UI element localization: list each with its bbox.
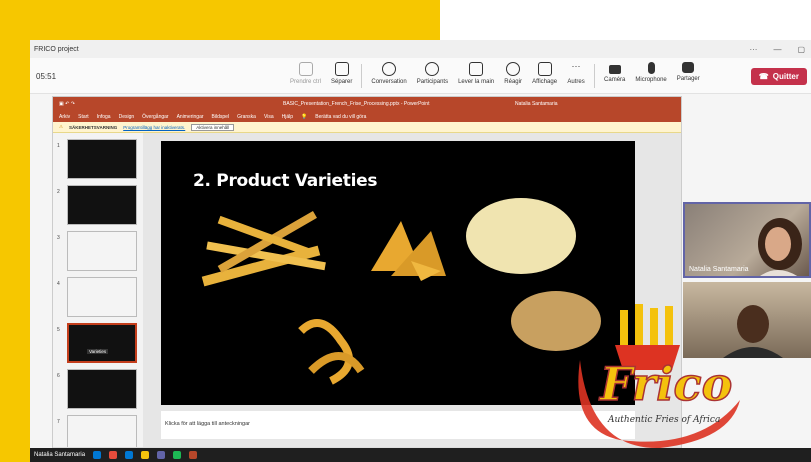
ppt-filename: BASIC_Presentation_French_Frise_Processi…: [283, 101, 430, 107]
slide-thumb[interactable]: [67, 277, 137, 317]
straight-fries-image: [201, 211, 326, 287]
camera-icon: [608, 65, 621, 74]
taskbar-name: Natalia Santamaria: [34, 452, 86, 458]
warning-text: Programtillägg har inaktiverats.: [123, 124, 186, 130]
more-button[interactable]: ··· Autres: [562, 62, 590, 90]
menu-item[interactable]: Animeringar: [177, 114, 204, 120]
camera-button[interactable]: Caméra: [599, 62, 630, 90]
conversation-button[interactable]: Conversation: [366, 62, 411, 90]
save-icon[interactable]: ▣ ↶ ↷: [59, 101, 75, 107]
maximize-icon[interactable]: ▢: [797, 45, 805, 54]
folder-icon[interactable]: [141, 451, 150, 459]
share-icon: [682, 62, 695, 73]
menu-item[interactable]: Arkiv: [59, 114, 70, 120]
teams-icon[interactable]: [157, 451, 166, 459]
react-icon: [506, 62, 521, 76]
menu-item[interactable]: Design: [119, 114, 135, 120]
meeting-timer: 05:51: [36, 72, 57, 81]
frico-logo-text: Frico: [598, 357, 732, 411]
slide-thumbnails: 1 2 3 4 5 Varieties 6 7: [53, 133, 143, 455]
lightbulb-icon: 💡: [301, 113, 308, 120]
more-icon: ···: [571, 61, 581, 71]
powerpoint-icon[interactable]: [189, 451, 198, 459]
participants-button[interactable]: Participants: [412, 62, 453, 90]
ppt-titlebar: ▣ ↶ ↷ BASIC_Presentation_French_Frise_Pr…: [53, 97, 681, 111]
windows-icon[interactable]: [93, 451, 102, 459]
minimize-icon[interactable]: —: [773, 45, 781, 54]
separate-icon: [334, 62, 349, 76]
menu-item[interactable]: Start: [78, 114, 89, 120]
menu-item[interactable]: Infoga: [97, 114, 111, 120]
separate-button[interactable]: Séparer: [326, 62, 357, 90]
frico-logo: Frico Authentic Fries of Africa: [578, 304, 740, 449]
wedge-fries-image: [371, 221, 446, 281]
slide-thumb[interactable]: [67, 231, 137, 271]
participant-name: Natalia Santamaria: [689, 266, 749, 273]
chrome-icon[interactable]: [109, 451, 118, 459]
menu-item[interactable]: Granska: [237, 114, 256, 120]
raise-hand-icon: [469, 62, 484, 76]
layout-icon: [537, 62, 552, 76]
potato-slice-image: [466, 198, 576, 274]
security-warning-bar: ⚠ SÄKERHETSVARNING Programtillägg har in…: [53, 122, 681, 133]
menu-item[interactable]: Visa: [264, 114, 274, 120]
edge-icon[interactable]: [125, 451, 134, 459]
slide-thumb[interactable]: [67, 369, 137, 409]
participant-tile[interactable]: Natalia Santamaria: [683, 202, 811, 278]
mic-icon: [647, 62, 655, 74]
phone-icon: ☎: [758, 72, 769, 81]
window-titlebar: FRICO project ··· — ▢: [30, 40, 811, 58]
layout-button[interactable]: Affichage: [527, 62, 562, 90]
slide-thumb[interactable]: [67, 139, 137, 179]
spotify-icon[interactable]: [173, 451, 182, 459]
more-icon[interactable]: ···: [749, 45, 757, 54]
ppt-menu: Arkiv Start Infoga Design Övergångar Ani…: [53, 111, 681, 122]
share-button[interactable]: Partager: [672, 62, 705, 90]
control-icon: [298, 62, 313, 76]
raise-hand-button[interactable]: Lever la main: [453, 62, 499, 90]
taskbar: Natalia Santamaria: [30, 448, 811, 462]
frico-tagline: Authentic Fries of Africa: [607, 415, 720, 425]
menu-item[interactable]: Hjälp: [282, 114, 293, 120]
react-button[interactable]: Réagir: [499, 62, 527, 90]
quit-button[interactable]: ☎ Quitter: [750, 68, 807, 85]
slide-thumb-selected[interactable]: Varieties: [67, 323, 137, 363]
take-control-button[interactable]: Prendre ctrl: [285, 62, 326, 90]
menu-item[interactable]: Övergångar: [142, 114, 168, 120]
slide-thumb[interactable]: [67, 185, 137, 225]
ppt-user: Natalia Santamaria: [515, 101, 558, 107]
tell-me-input[interactable]: Berätta vad du vill göra: [315, 114, 366, 120]
menu-item[interactable]: Bildspel: [212, 114, 230, 120]
enable-content-button[interactable]: Aktivera innehåll: [191, 123, 235, 131]
curly-fries-image: [298, 319, 365, 385]
meeting-toolbar: 05:51 Prendre ctrl Séparer Conversation …: [30, 58, 811, 94]
microphone-button[interactable]: Microphone: [630, 62, 671, 90]
participants-icon: [425, 62, 440, 76]
warning-icon: ⚠: [59, 124, 64, 129]
window-title: FRICO project: [34, 45, 79, 53]
chat-icon: [382, 62, 397, 76]
